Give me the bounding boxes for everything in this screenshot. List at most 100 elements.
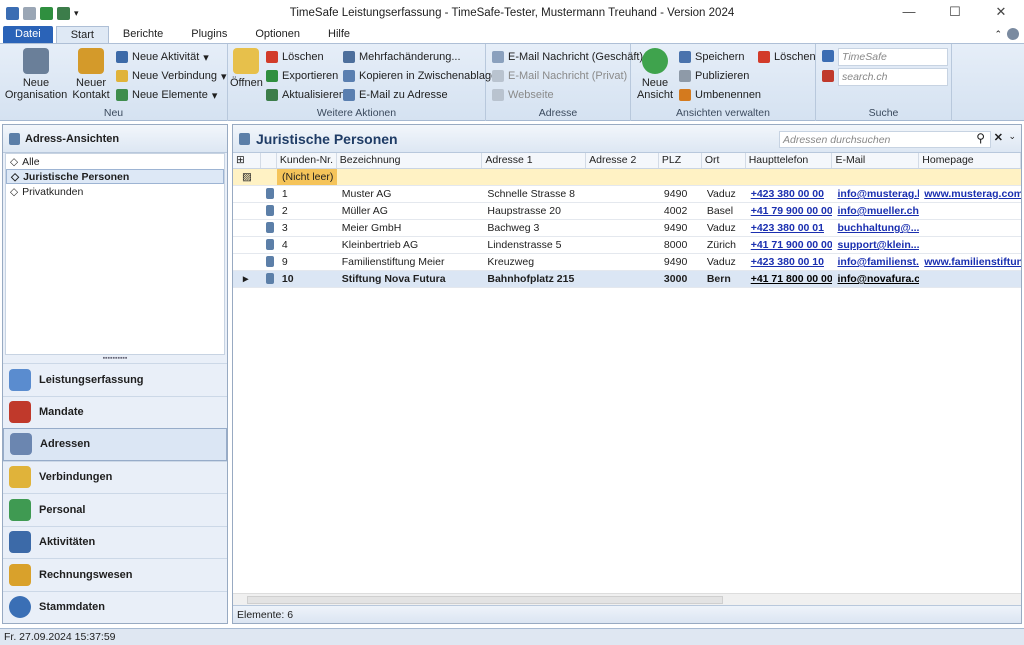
cell-email: info@familienst... [832,254,919,270]
save-view-button[interactable]: Speichern [679,48,745,66]
address-book-icon [9,132,20,145]
new-elements-button[interactable]: Neue Elemente ▾ [116,86,217,104]
cell-homepage-text[interactable]: www.musterag.com [924,188,1021,200]
refresh-button[interactable]: Aktualisieren [266,86,345,104]
view-item-juristische-personen[interactable]: ◇ Juristische Personen [6,169,224,184]
export-button[interactable]: Exportieren [266,67,338,85]
copy-clipboard-button[interactable]: Kopieren in Zwischenablage [343,67,497,85]
maximize-button[interactable]: ☐ [932,0,978,26]
address-search-input[interactable]: Adressen durchsuchen [779,131,991,148]
rename-button[interactable]: Umbenennen [679,86,761,104]
close-button[interactable]: ✕ [978,0,1024,26]
tab-optionen[interactable]: Optionen [241,26,314,44]
publish-button[interactable]: Publizieren [679,67,749,85]
col-email[interactable]: E-Mail [832,153,920,168]
expand-icon[interactable]: ⌄ [1008,131,1016,142]
col-plz[interactable]: PLZ [659,153,702,168]
new-view-button[interactable]: Neue Ansicht [635,48,675,101]
nav-adressen[interactable]: Adressen [3,428,227,461]
email-business-button[interactable]: E-Mail Nachricht (Geschäft) [492,48,643,66]
clear-search-icon[interactable]: ✕ [994,131,1003,144]
cell-kunden-nr: 9 [277,254,337,270]
contact-icon [265,222,274,233]
email-address-button[interactable]: E-Mail zu Adresse [343,86,448,104]
nav-mandate[interactable]: Mandate [3,395,227,429]
cell-homepage-text[interactable]: www.familienstiftun... [924,256,1021,268]
open-button[interactable]: Öffnen [230,48,263,89]
help-icon[interactable] [1007,28,1019,40]
cell-email-text[interactable]: buchhaltung@... [837,222,919,234]
cell-email-text[interactable]: info@mueller.ch [837,205,918,217]
cell-haupttelefon-text[interactable]: +423 380 00 10 [751,256,824,268]
row-icon [261,186,277,202]
cell-haupttelefon-text[interactable]: +41 71 900 00 00 [751,239,833,251]
col-adresse2[interactable]: Adresse 2 [586,153,659,168]
timesafe-search-input[interactable]: TimeSafe [838,48,948,66]
new-contact-button[interactable]: Neuer Kontakt [70,48,112,101]
table-row[interactable]: 2 Müller AG Haupstrasse 20 4002 Basel +41 79 … [233,203,1021,220]
search-icon[interactable]: ⚲ [976,131,985,145]
cell-email-text[interactable]: info@familienst... [837,256,919,268]
col-bezeichnung[interactable]: Bezeichnung [337,153,483,168]
nav-personal[interactable]: Personal [3,493,227,526]
scroll-thumb[interactable] [247,596,723,604]
nav-verbindungen[interactable]: Verbindungen [3,460,227,494]
nav-aktivitaeten[interactable]: Aktivitäten [3,525,227,559]
new-activity-button[interactable]: Neue Aktivität ▾ [116,48,209,66]
refresh-icon[interactable] [57,6,70,20]
cell-adresse2 [586,203,659,219]
filter-row[interactable]: ▨ (Nicht leer) [233,169,1021,186]
row-icon [261,203,277,219]
column-chooser-icon[interactable]: ⊞ [233,153,261,168]
view-item-privatkunden[interactable]: ◇ Privatkunden [6,184,224,199]
nav-leistungserfassung[interactable]: Leistungserfassung [3,363,227,396]
table-row[interactable]: 9 Familienstiftung Meier Kreuzweg 9490 Vaduz… [233,254,1021,271]
cell-adresse1-text: Haupstrasse 20 [487,205,561,217]
view-item-alle[interactable]: ◇ Alle [6,154,224,169]
nav-stammdaten[interactable]: Stammdaten [3,590,227,624]
cell-haupttelefon-text[interactable]: +41 79 900 00 00 [751,205,833,217]
cell-haupttelefon-text[interactable]: +41 71 800 00 00 [751,273,833,285]
col-ort[interactable]: Ort [702,153,746,168]
collapse-ribbon-icon[interactable]: ⌃ [994,29,1002,40]
minimize-button[interactable]: — [886,0,932,26]
tab-hilfe[interactable]: Hilfe [314,26,364,44]
cell-email-text[interactable]: info@musterag.li [837,188,919,200]
tab-plugins[interactable]: Plugins [177,26,241,44]
table-row[interactable]: 1 Muster AG Schnelle Strasse 8 9490 Vaduz +42… [233,186,1021,203]
website-button[interactable]: Webseite [492,86,554,104]
table-row[interactable]: 4 Kleinbertrieb AG Lindenstrasse 5 8000 Züri… [233,237,1021,254]
cell-haupttelefon-text[interactable]: +423 380 00 00 [751,188,824,200]
filter-kunden-nr[interactable]: (Nicht leer) [277,169,337,185]
row-indicator [233,203,261,219]
grid-rows: 1 Muster AG Schnelle Strasse 8 9490 Vaduz +42… [233,186,1021,288]
cell-plz-text: 9490 [663,256,688,268]
table-row[interactable]: 3 Meier GmbH Bachweg 3 9490 Vaduz +423 380 00… [233,220,1021,237]
col-adresse1[interactable]: Adresse 1 [482,153,587,168]
bulk-edit-button[interactable]: Mehrfachänderung... [343,48,461,66]
table-row[interactable]: ▸ 10 Stiftung Nova Futura Bahnhofplatz 215 3… [233,271,1021,288]
nav-rechnungswesen[interactable]: Rechnungswesen [3,558,227,591]
cell-haupttelefon-text[interactable]: +423 380 00 01 [751,222,824,234]
customize-qat-icon[interactable]: ▾ [74,8,79,19]
new-organisation-button[interactable]: Neue Organisation [4,48,68,101]
searchch-search-input[interactable]: search.ch [838,68,948,86]
col-homepage[interactable]: Homepage [919,153,1021,168]
save-icon[interactable] [23,6,36,20]
cell-email-text[interactable]: support@klein.... [837,239,919,251]
cell-email-text[interactable]: info@novafura.ch [837,273,919,285]
tab-berichte[interactable]: Berichte [109,26,177,44]
delete-view-button[interactable]: Löschen [758,48,816,66]
col-haupttelefon[interactable]: Haupttelefon [746,153,833,168]
tab-datei[interactable]: Datei [3,26,53,44]
filter-icon[interactable]: ▨ [233,169,261,185]
tab-start[interactable]: Start [55,26,109,44]
excel-icon[interactable] [40,6,53,20]
new-connection-button[interactable]: Neue Verbindung ▾ [116,67,227,85]
col-kunden-nr[interactable]: Kunden-Nr. Δ [277,153,337,168]
delete-button[interactable]: Löschen [266,48,324,66]
horizontal-scrollbar[interactable] [233,593,1021,605]
email-private-button[interactable]: E-Mail Nachricht (Privat) [492,67,627,85]
cell-bezeichnung-text: Muster AG [341,188,392,200]
status-bar: Fr. 27.09.2024 15:37:59 [0,628,1024,645]
